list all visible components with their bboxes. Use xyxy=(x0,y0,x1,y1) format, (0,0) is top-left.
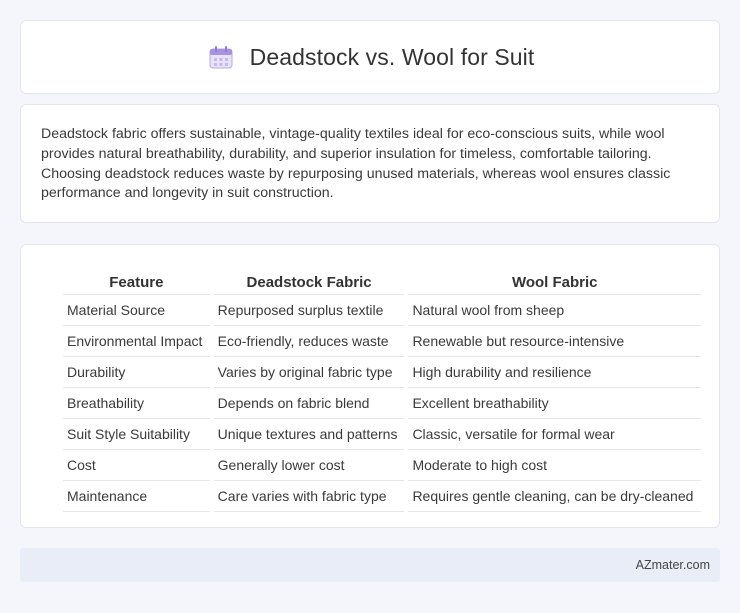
feature-cell: Maintenance xyxy=(63,481,210,512)
wool-cell: Requires gentle cleaning, can be dry-cle… xyxy=(408,481,701,512)
deadstock-cell: Depends on fabric blend xyxy=(213,388,405,419)
wool-cell: Renewable but resource-intensive xyxy=(408,326,701,357)
summary-card: Deadstock fabric offers sustainable, vin… xyxy=(20,104,720,223)
feature-cell: Environmental Impact xyxy=(63,326,210,357)
table-header-row: Feature Deadstock Fabric Wool Fabric xyxy=(63,265,701,295)
wool-cell: Excellent breathability xyxy=(408,388,701,419)
footer: AZmater.com xyxy=(20,548,720,582)
comparison-table-card: Feature Deadstock Fabric Wool Fabric Mat… xyxy=(20,244,720,528)
deadstock-cell: Varies by original fabric type xyxy=(213,357,405,388)
table-row: Environmental Impact Eco-friendly, reduc… xyxy=(63,326,701,357)
deadstock-cell: Generally lower cost xyxy=(213,450,405,481)
deadstock-cell: Unique textures and patterns xyxy=(213,419,405,450)
header-deadstock: Deadstock Fabric xyxy=(213,265,405,295)
table-row: Material Source Repurposed surplus texti… xyxy=(63,295,701,326)
feature-cell: Suit Style Suitability xyxy=(63,419,210,450)
title-card: Deadstock vs. Wool for Suit xyxy=(20,20,720,94)
table-row: Maintenance Care varies with fabric type… xyxy=(63,481,701,512)
feature-cell: Durability xyxy=(63,357,210,388)
feature-cell: Cost xyxy=(63,450,210,481)
deadstock-cell: Eco-friendly, reduces waste xyxy=(213,326,405,357)
table-row: Cost Generally lower cost Moderate to hi… xyxy=(63,450,701,481)
wool-cell: Classic, versatile for formal wear xyxy=(408,419,701,450)
feature-cell: Breathability xyxy=(63,388,210,419)
comparison-table: Feature Deadstock Fabric Wool Fabric Mat… xyxy=(59,265,705,512)
wool-cell: High durability and resilience xyxy=(408,357,701,388)
feature-cell: Material Source xyxy=(63,295,210,326)
wool-cell: Natural wool from sheep xyxy=(408,295,701,326)
page-title: Deadstock vs. Wool for Suit xyxy=(249,43,535,70)
title-wrap: Deadstock vs. Wool for Suit xyxy=(206,42,535,72)
calendar-icon xyxy=(206,42,236,72)
deadstock-cell: Care varies with fabric type xyxy=(213,481,405,512)
footer-source-link[interactable]: AZmater.com xyxy=(636,558,710,572)
deadstock-cell: Repurposed surplus textile xyxy=(213,295,405,326)
table-row: Breathability Depends on fabric blend Ex… xyxy=(63,388,701,419)
wool-cell: Moderate to high cost xyxy=(408,450,701,481)
header-wool: Wool Fabric xyxy=(408,265,701,295)
summary-text: Deadstock fabric offers sustainable, vin… xyxy=(41,126,671,202)
table-row: Durability Varies by original fabric typ… xyxy=(63,357,701,388)
table-row: Suit Style Suitability Unique textures a… xyxy=(63,419,701,450)
header-feature: Feature xyxy=(63,265,210,295)
